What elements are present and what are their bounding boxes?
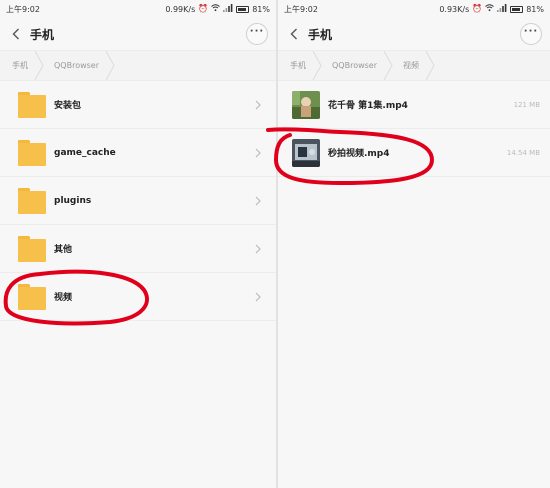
breadcrumb-item-phone[interactable]: 手机 bbox=[0, 51, 44, 80]
title-bar: 手机 ··· bbox=[0, 18, 276, 50]
breadcrumb-item-qqbrowser[interactable]: QQBrowser bbox=[320, 51, 393, 80]
chevron-right-icon bbox=[254, 196, 262, 206]
signal-icon bbox=[223, 4, 233, 14]
file-size: 121 MB bbox=[513, 100, 540, 109]
more-icon: ··· bbox=[249, 26, 265, 37]
folder-icon bbox=[18, 235, 46, 262]
folder-name: 安装包 bbox=[54, 101, 82, 111]
folder-row-game-cache[interactable]: game_cache bbox=[0, 129, 276, 177]
breadcrumb-item-qqbrowser[interactable]: QQBrowser bbox=[42, 51, 115, 80]
file-name: 花千骨 第1集.mp4 bbox=[328, 101, 408, 111]
breadcrumb-item-video[interactable]: 视频 bbox=[391, 51, 435, 80]
chevron-right-icon bbox=[254, 148, 262, 158]
folder-name: 其他 bbox=[54, 245, 73, 255]
folder-icon bbox=[18, 283, 46, 310]
status-bar: 上午9:02 0.93K/s ⏰ 81% bbox=[278, 0, 550, 18]
breadcrumb-label: QQBrowser bbox=[54, 61, 100, 70]
breadcrumb-separator-icon bbox=[105, 51, 115, 80]
status-time: 上午9:02 bbox=[6, 4, 40, 14]
folder-name: game_cache bbox=[54, 147, 116, 158]
breadcrumb-label: QQBrowser bbox=[332, 61, 378, 70]
chevron-right-icon bbox=[254, 244, 262, 254]
file-name: 秒拍视频.mp4 bbox=[328, 149, 390, 159]
page-title: 手机 bbox=[30, 27, 55, 42]
folder-row-install[interactable]: 安装包 bbox=[0, 81, 276, 129]
folder-name: 视频 bbox=[54, 293, 73, 303]
breadcrumb-separator-icon bbox=[425, 51, 435, 80]
left-screen: 上午9:02 0.99K/s ⏰ 81% 手机 ··· 手机 QQBrowser bbox=[0, 0, 276, 488]
network-speed: 0.99K/s bbox=[165, 4, 196, 14]
folder-icon bbox=[18, 139, 46, 166]
file-row-huaqiangu[interactable]: 花千骨 第1集.mp4 121 MB bbox=[278, 81, 550, 129]
signal-icon bbox=[497, 4, 507, 14]
folder-icon bbox=[18, 91, 46, 118]
page-title: 手机 bbox=[308, 27, 333, 42]
folder-row-video[interactable]: 视频 bbox=[0, 273, 276, 321]
title-bar: 手机 ··· bbox=[278, 18, 550, 50]
breadcrumb-item-phone[interactable]: 手机 bbox=[278, 51, 322, 80]
video-thumbnail bbox=[292, 138, 320, 167]
alarm-icon: ⏰ bbox=[198, 4, 209, 13]
status-bar: 上午9:02 0.99K/s ⏰ 81% bbox=[0, 0, 276, 18]
wifi-icon bbox=[485, 4, 495, 14]
network-speed: 0.93K/s bbox=[439, 4, 470, 14]
folder-row-other[interactable]: 其他 bbox=[0, 225, 276, 273]
right-screen: 上午9:02 0.93K/s ⏰ 81% 手机 ··· 手机 QQBrowser bbox=[278, 0, 550, 488]
folder-icon bbox=[18, 187, 46, 214]
video-thumbnail bbox=[292, 90, 320, 119]
battery-icon bbox=[510, 5, 524, 13]
chevron-right-icon bbox=[254, 292, 262, 302]
battery-level: 81% bbox=[526, 4, 544, 14]
more-button[interactable]: ··· bbox=[520, 23, 542, 45]
chevron-right-icon bbox=[254, 100, 262, 110]
battery-icon bbox=[236, 5, 250, 13]
status-time: 上午9:02 bbox=[284, 4, 318, 14]
battery-level: 81% bbox=[252, 4, 270, 14]
file-list: 花千骨 第1集.mp4 121 MB 秒拍视频.mp4 14.54 MB bbox=[278, 81, 550, 177]
back-icon[interactable] bbox=[8, 26, 24, 42]
file-row-miaopai[interactable]: 秒拍视频.mp4 14.54 MB bbox=[278, 129, 550, 177]
folder-list: 安装包 game_cache plugins 其他 视频 bbox=[0, 81, 276, 321]
wifi-icon bbox=[211, 4, 221, 14]
file-size: 14.54 MB bbox=[506, 148, 540, 157]
more-icon: ··· bbox=[523, 26, 539, 37]
breadcrumb-label: 视频 bbox=[403, 61, 420, 70]
folder-name: plugins bbox=[54, 195, 92, 206]
breadcrumb: 手机 QQBrowser bbox=[0, 50, 276, 81]
breadcrumb-label: 手机 bbox=[290, 61, 306, 70]
folder-row-plugins[interactable]: plugins bbox=[0, 177, 276, 225]
back-icon[interactable] bbox=[286, 26, 302, 42]
breadcrumb-label: 手机 bbox=[12, 61, 28, 70]
more-button[interactable]: ··· bbox=[246, 23, 268, 45]
breadcrumb: 手机 QQBrowser 视频 bbox=[278, 50, 550, 81]
alarm-icon: ⏰ bbox=[472, 4, 483, 13]
